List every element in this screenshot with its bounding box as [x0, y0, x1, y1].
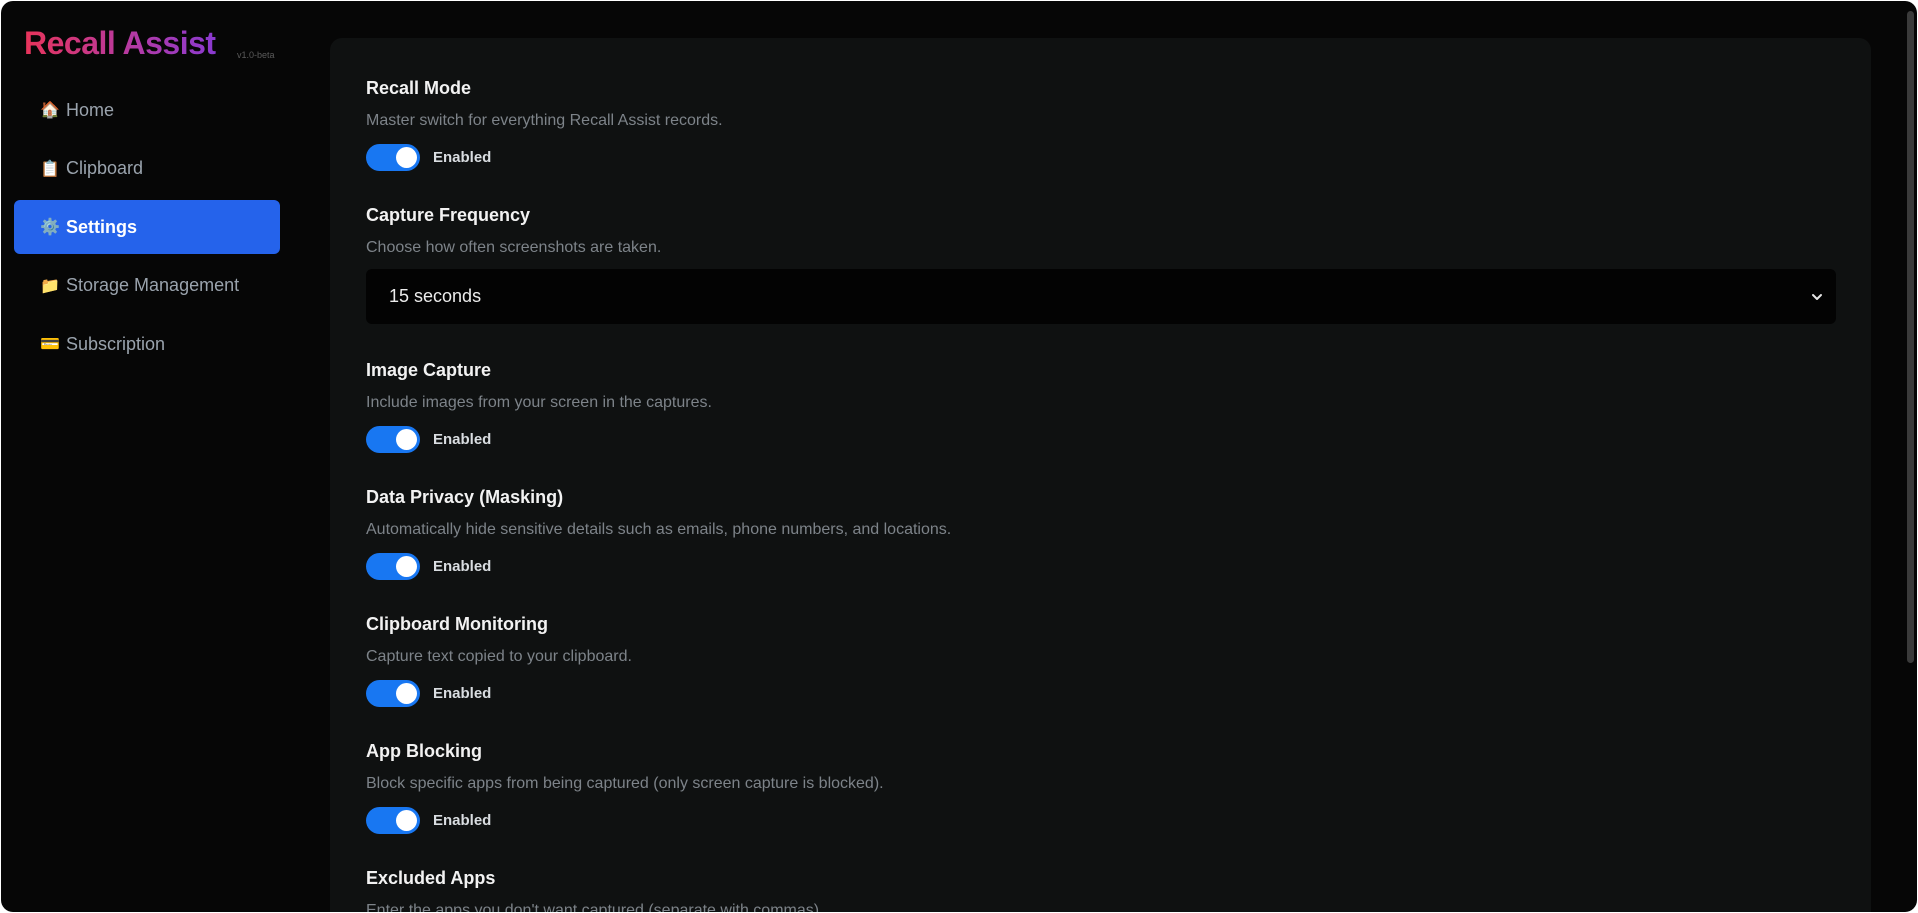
setting-description: Master switch for everything Recall Assi…	[366, 112, 723, 129]
settings-panel: Recall Mode Master switch for everything…	[330, 38, 1871, 912]
toggle-state-label: Enabled	[433, 685, 492, 702]
sidebar-item-clipboard[interactable]: 📋 Clipboard	[14, 142, 280, 196]
toggle-state-label: Enabled	[433, 431, 492, 448]
toggle-knob	[396, 683, 417, 704]
setting-capture-frequency: Capture Frequency Choose how often scree…	[366, 205, 1836, 324]
sidebar-nav: 🏠 Home 📋 Clipboard ⚙️ Settings 📁 Storage…	[14, 83, 280, 376]
setting-description: Automatically hide sensitive details suc…	[366, 521, 952, 538]
sidebar-item-label: Home	[66, 99, 115, 120]
scrollbar-thumb[interactable]	[1907, 11, 1914, 663]
capture-frequency-select[interactable]: 15 seconds	[366, 269, 1836, 324]
sidebar-item-settings[interactable]: ⚙️ Settings	[14, 200, 280, 254]
setting-description: Include images from your screen in the c…	[366, 394, 712, 411]
toggle-knob	[396, 810, 417, 831]
toggle-state-label: Enabled	[433, 149, 492, 166]
setting-title: App Blocking	[366, 741, 482, 761]
image-capture-toggle[interactable]	[366, 426, 420, 453]
chevron-down-icon	[1812, 293, 1822, 300]
setting-clipboard-monitoring: Clipboard Monitoring Capture text copied…	[366, 614, 1836, 707]
toggle-knob	[396, 147, 417, 168]
sidebar-item-label: Subscription	[66, 333, 166, 354]
toggle-knob	[396, 556, 417, 577]
setting-title: Recall Mode	[366, 78, 472, 98]
setting-title: Clipboard Monitoring	[366, 614, 548, 634]
sidebar-item-home[interactable]: 🏠 Home	[14, 83, 280, 137]
sidebar: Recall Assist v1.0-beta 🏠 Home 📋 Clipboa…	[1, 1, 291, 912]
version-label: v1.0-beta	[237, 50, 275, 60]
toggle-state-label: Enabled	[433, 812, 492, 829]
sidebar-item-label: Clipboard	[66, 158, 144, 178]
setting-data-privacy: Data Privacy (Masking) Automatically hid…	[366, 487, 1836, 580]
sidebar-item-label: Settings	[66, 216, 138, 237]
setting-app-blocking: App Blocking Block specific apps from be…	[366, 741, 1836, 834]
data-privacy-toggle[interactable]	[366, 553, 420, 580]
setting-title: Image Capture	[366, 360, 492, 380]
setting-title: Data Privacy (Masking)	[366, 487, 564, 507]
setting-title: Excluded Apps	[366, 868, 496, 888]
gear-icon: ⚙️	[40, 219, 60, 236]
folder-icon: 📁	[40, 277, 60, 295]
app-window: Recall Assist v1.0-beta 🏠 Home 📋 Clipboa…	[1, 1, 1917, 912]
recall-mode-toggle[interactable]	[366, 144, 420, 171]
setting-description: Capture text copied to your clipboard.	[366, 648, 632, 665]
clipboard-icon: 📋	[40, 160, 60, 178]
toggle-knob	[396, 429, 417, 450]
credit-card-icon: 💳	[40, 336, 60, 353]
setting-excluded-apps: Excluded Apps Enter the apps you don't w…	[366, 868, 1836, 912]
house-icon: 🏠	[40, 102, 60, 119]
setting-description: Enter the apps you don't want captured (…	[366, 902, 824, 912]
setting-description: Block specific apps from being captured …	[366, 775, 884, 792]
select-value: 15 seconds	[389, 286, 482, 306]
toggle-state-label: Enabled	[433, 558, 492, 575]
app-logo: Recall Assist	[24, 25, 216, 61]
sidebar-item-storage-management[interactable]: 📁 Storage Management	[14, 259, 280, 313]
setting-title: Capture Frequency	[366, 205, 531, 225]
clipboard-monitoring-toggle[interactable]	[366, 680, 420, 707]
sidebar-item-subscription[interactable]: 💳 Subscription	[14, 317, 280, 371]
app-blocking-toggle[interactable]	[366, 807, 420, 834]
setting-description: Choose how often screenshots are taken.	[366, 239, 662, 256]
setting-image-capture: Image Capture Include images from your s…	[366, 360, 1836, 453]
sidebar-item-label: Storage Management	[66, 275, 240, 295]
setting-recall-mode: Recall Mode Master switch for everything…	[366, 78, 1836, 171]
